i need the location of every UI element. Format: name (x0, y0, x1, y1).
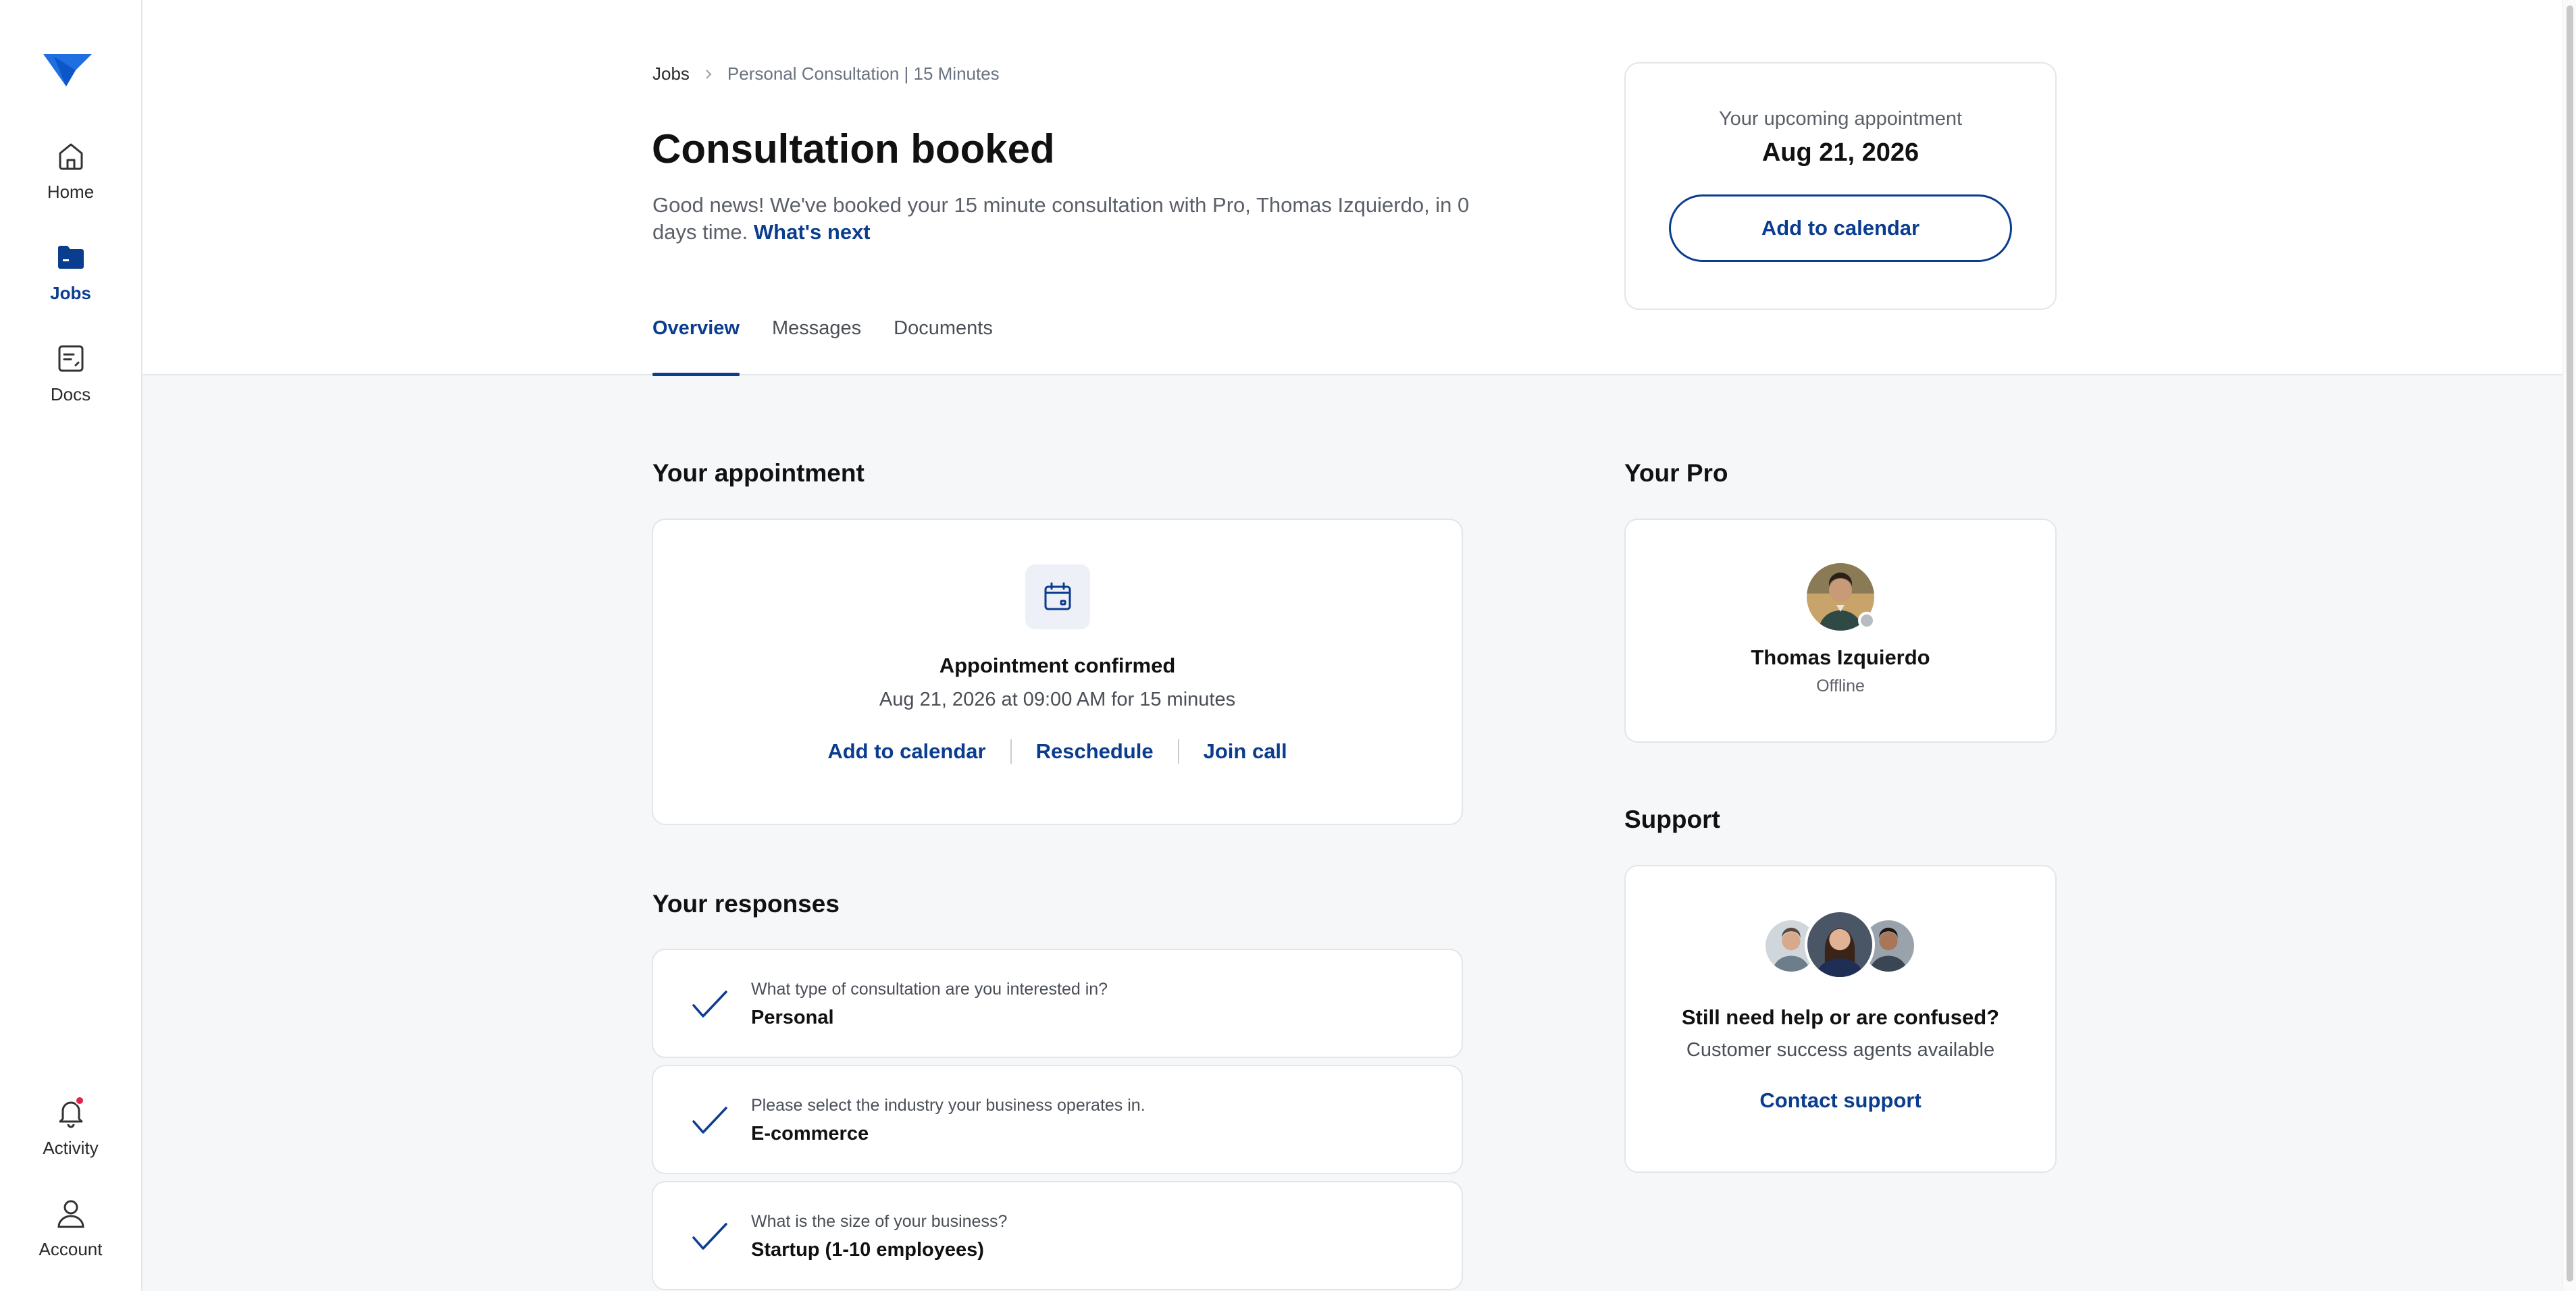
sidebar-item-account[interactable]: Account (0, 1196, 141, 1277)
sidebar-item-jobs[interactable]: Jobs (0, 240, 141, 321)
page-scrollbar[interactable] (2562, 0, 2576, 1291)
response-question: Please select the industry your business… (751, 1096, 1145, 1115)
add-to-calendar-button[interactable]: Add to calendar (1669, 194, 2012, 262)
response-item: Please select the industry your business… (652, 1065, 1463, 1174)
page-subtitle: Good news! We've booked your 15 minute c… (652, 192, 1470, 246)
scrollbar-thumb[interactable] (2567, 5, 2573, 1282)
response-item: What type of consultation are you intere… (652, 949, 1463, 1058)
response-answer: Startup (1-10 employees) (751, 1239, 984, 1261)
calendar-icon-box (1025, 564, 1090, 629)
sidebar-item-docs[interactable]: Docs (0, 341, 141, 422)
tab-documents[interactable]: Documents (894, 317, 993, 375)
breadcrumb-current: Personal Consultation | 15 Minutes (727, 63, 1000, 84)
join-call-link[interactable]: Join call (1179, 739, 1312, 764)
checkmark-icon (692, 1107, 727, 1134)
tab-messages[interactable]: Messages (772, 317, 861, 375)
notification-badge (74, 1096, 84, 1105)
checkmark-icon (692, 1223, 727, 1250)
tab-bar: Overview Messages Documents (652, 317, 1025, 376)
response-answer: E-commerce (751, 1123, 869, 1144)
appointment-add-to-calendar-link[interactable]: Add to calendar (803, 739, 1010, 764)
breadcrumb-jobs-link[interactable]: Jobs (652, 63, 690, 84)
appointment-actions: Add to calendar Reschedule Join call (653, 739, 1462, 764)
appointment-detail: Aug 21, 2026 at 09:00 AM for 15 minutes (879, 689, 1236, 710)
checkmark-icon (692, 991, 727, 1018)
tab-overview[interactable]: Overview (652, 317, 740, 376)
calendar-icon (1044, 582, 1071, 610)
response-answer: Personal (751, 1007, 834, 1028)
pro-card[interactable]: Thomas Izquierdo Offline (1624, 519, 2057, 743)
user-icon (57, 1200, 84, 1228)
responses-heading: Your responses (652, 890, 840, 918)
chevron-right-icon (706, 69, 712, 79)
breadcrumb: Jobs Personal Consultation | 15 Minutes (652, 63, 1000, 84)
offline-status-indicator (1858, 612, 1876, 629)
appointment-card: Appointment confirmed Aug 21, 2026 at 09… (652, 519, 1463, 825)
sidebar-item-activity[interactable]: Activity (0, 1095, 141, 1176)
support-card: Still need help or are confused? Custome… (1624, 865, 2057, 1173)
reschedule-link[interactable]: Reschedule (1012, 739, 1178, 764)
pro-status: Offline (1816, 677, 1865, 695)
page-header (143, 0, 2576, 375)
home-icon (59, 143, 82, 170)
appointment-heading: Your appointment (652, 459, 865, 487)
sidebar: Home Jobs Docs Activity Account (0, 0, 143, 1291)
appointment-status: Appointment confirmed (939, 654, 1176, 677)
agent-avatar (1805, 910, 1875, 980)
upcoming-date: Aug 21, 2026 (1761, 138, 1920, 167)
pro-avatar[interactable] (1807, 563, 1876, 631)
response-item: What is the size of your business? Start… (652, 1181, 1463, 1290)
folder-icon (57, 246, 84, 269)
response-question: What type of consultation are you intere… (751, 980, 1108, 999)
support-title: Still need help or are confused? (1681, 1005, 2000, 1029)
sidebar-item-label: Docs (50, 384, 91, 404)
pro-name: Thomas Izquierdo (1751, 646, 1930, 669)
page-title: Consultation booked (652, 126, 1055, 172)
support-subtitle: Customer success agents available (1686, 1039, 1995, 1061)
support-agent-avatars (1763, 910, 1918, 980)
brand-logo-icon[interactable] (41, 47, 95, 89)
document-icon (58, 345, 83, 372)
sidebar-item-label: Home (47, 182, 95, 202)
sidebar-item-home[interactable]: Home (0, 138, 141, 219)
pro-heading: Your Pro (1624, 459, 1728, 487)
response-question: What is the size of your business? (751, 1212, 1008, 1231)
sidebar-item-label: Account (38, 1239, 103, 1259)
upcoming-label: Your upcoming appointment (1718, 108, 1963, 130)
whats-next-link[interactable]: What's next (754, 220, 871, 244)
contact-support-link[interactable]: Contact support (1759, 1088, 1921, 1113)
sidebar-item-label: Jobs (50, 283, 91, 303)
sidebar-item-label: Activity (43, 1138, 99, 1158)
support-heading: Support (1624, 806, 1720, 833)
upcoming-appointment-card: Your upcoming appointment Aug 21, 2026 A… (1624, 62, 2057, 310)
